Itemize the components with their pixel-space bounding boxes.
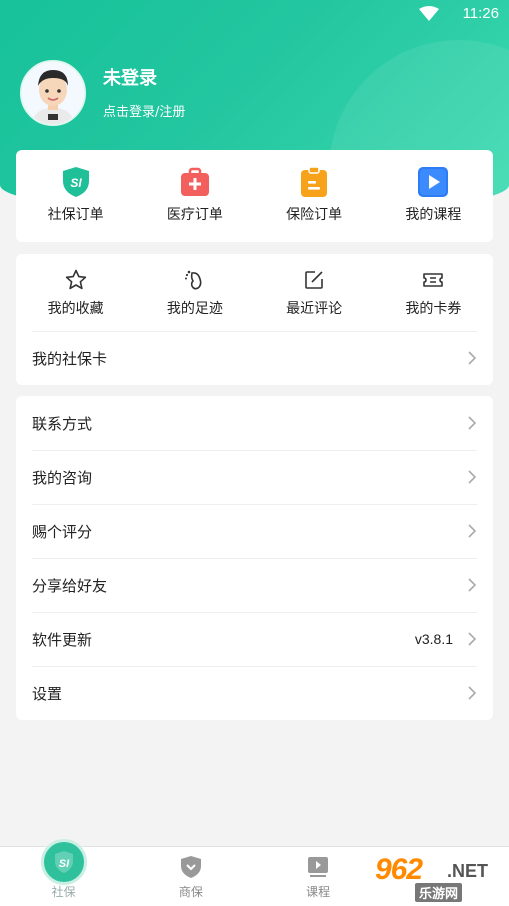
star-icon [65,269,86,290]
menu-row-rate[interactable]: 赐个评分 [16,504,493,558]
menu-row-contact[interactable]: 联系方式 [16,396,493,450]
row-label: 设置 [32,684,63,703]
medical-kit-icon [180,167,209,196]
menu-row-settings[interactable]: 设置 [16,666,493,720]
clipboard-icon [301,166,328,197]
order-insurance[interactable]: 保险订单 [255,166,374,224]
tab-label: 商保 [178,885,203,899]
order-label: 我的课程 [405,207,462,223]
social-security-card-row[interactable]: 我的社保卡 [16,331,493,385]
row-label: 赐个评分 [32,522,93,541]
status-bar: 11:26 [0,0,509,28]
shield-icon [180,856,201,878]
edit-icon [305,271,323,289]
recent-comments[interactable]: 最近评论 [255,268,374,318]
settings-menu-card: 联系方式 我的咨询 赐个评分 分享给好友 软件更新 v3.8.1 设置 [16,396,493,720]
my-footprints[interactable]: 我的足迹 [135,268,254,318]
version-text: v3.8.1 [414,631,453,647]
my-favorites[interactable]: 我的收藏 [16,268,135,318]
tab-social-security[interactable]: SI 社保 [0,839,127,906]
order-label: 保险订单 [286,207,343,223]
my-coupons[interactable]: 我的卡券 [374,268,493,318]
chevron-right-icon [468,416,477,430]
tab-courses[interactable]: 课程 [255,847,382,906]
row-label: 分享给好友 [32,576,108,595]
chevron-right-icon [468,578,477,592]
login-register-link[interactable]: 点击登录/注册 [103,101,185,120]
svg-text:SI: SI [58,858,69,870]
status-time: 11:26 [462,5,499,22]
tool-label: 我的卡券 [405,301,462,317]
tool-label: 我的收藏 [47,301,104,317]
order-medical[interactable]: 医疗订单 [135,166,254,224]
ticket-icon [423,273,444,287]
svg-text:SI: SI [70,176,82,190]
order-social-security[interactable]: SI 社保订单 [16,166,135,224]
watermark-suffix: .NET [447,861,489,881]
tool-label: 我的足迹 [166,301,223,317]
site-watermark: 962 .NET 乐游网 [375,853,503,903]
footprint-icon [184,270,202,290]
play-icon [418,167,449,197]
tab-label: 课程 [306,885,331,899]
row-label: 我的社保卡 [32,349,108,368]
tools-card: 我的收藏 我的足迹 最近评论 我的卡券 我的社保卡 [16,254,493,385]
wifi-icon [419,6,439,26]
username[interactable]: 未登录 [103,64,157,90]
si-badge-icon: SI [40,839,87,885]
avatar[interactable] [20,60,86,126]
tab-commercial-insurance[interactable]: 商保 [127,847,254,906]
order-label: 医疗订单 [166,207,223,223]
watermark-number: 962 [375,853,423,886]
watermark-subtitle: 乐游网 [415,883,463,902]
avatar-illustration-icon [22,62,84,124]
order-label: 社保订单 [47,207,104,223]
video-icon [308,857,329,877]
my-courses[interactable]: 我的课程 [374,166,493,224]
chevron-right-icon [468,470,477,484]
row-label: 我的咨询 [32,468,93,487]
row-label: 联系方式 [32,414,93,433]
row-label: 软件更新 [32,630,93,649]
chevron-right-icon [468,632,477,646]
si-shield-icon: SI [62,167,89,197]
tool-label: 最近评论 [286,301,343,317]
menu-row-consultation[interactable]: 我的咨询 [16,450,493,504]
menu-row-update[interactable]: 软件更新 v3.8.1 [16,612,493,666]
menu-row-share[interactable]: 分享给好友 [16,558,493,612]
chevron-right-icon [468,351,477,365]
chevron-right-icon [468,686,477,700]
tab-label: 社保 [51,885,76,899]
orders-card: SI 社保订单 医疗订单 保险订单 我的课程 [16,150,493,242]
chevron-right-icon [468,524,477,538]
